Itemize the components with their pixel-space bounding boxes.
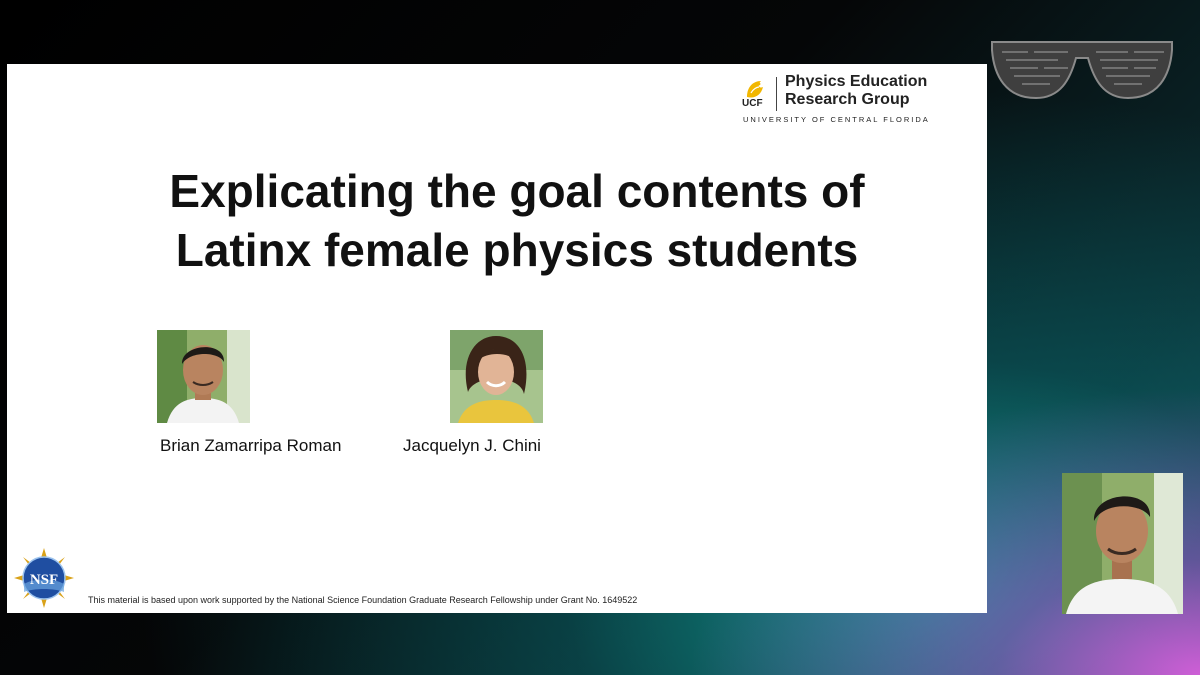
ucf-physics-education-logo: UCF Physics Education Research Group UNI…: [742, 71, 943, 125]
logo-divider: [776, 77, 777, 111]
research-group-name: Physics Education Research Group: [785, 73, 928, 108]
presenter-webcam-feed: [1062, 473, 1183, 614]
slide-title-line-1: Explicating the goal contents of: [169, 165, 865, 217]
sunglasses-wordcloud-icon: [991, 41, 1173, 100]
author-name-1: Brian Zamarripa Roman: [160, 436, 342, 455]
slide-title-line-2: Latinx female physics students: [175, 224, 859, 276]
slide-title: Explicating the goal contents of Latinx …: [67, 162, 967, 280]
funding-acknowledgement: This material is based upon work support…: [88, 595, 638, 605]
presentation-slide: UCF Physics Education Research Group UNI…: [7, 64, 987, 613]
university-name: UNIVERSITY OF CENTRAL FLORIDA: [743, 115, 930, 124]
author-photo-jacquelyn: [450, 330, 543, 423]
nsf-seal-icon: NSF: [14, 548, 74, 608]
author-name-2: Jacquelyn J. Chini: [403, 436, 541, 455]
ucf-wordmark: UCF: [742, 98, 763, 109]
nsf-logo-text: NSF: [30, 572, 58, 588]
author-photo-brian: [157, 330, 250, 423]
